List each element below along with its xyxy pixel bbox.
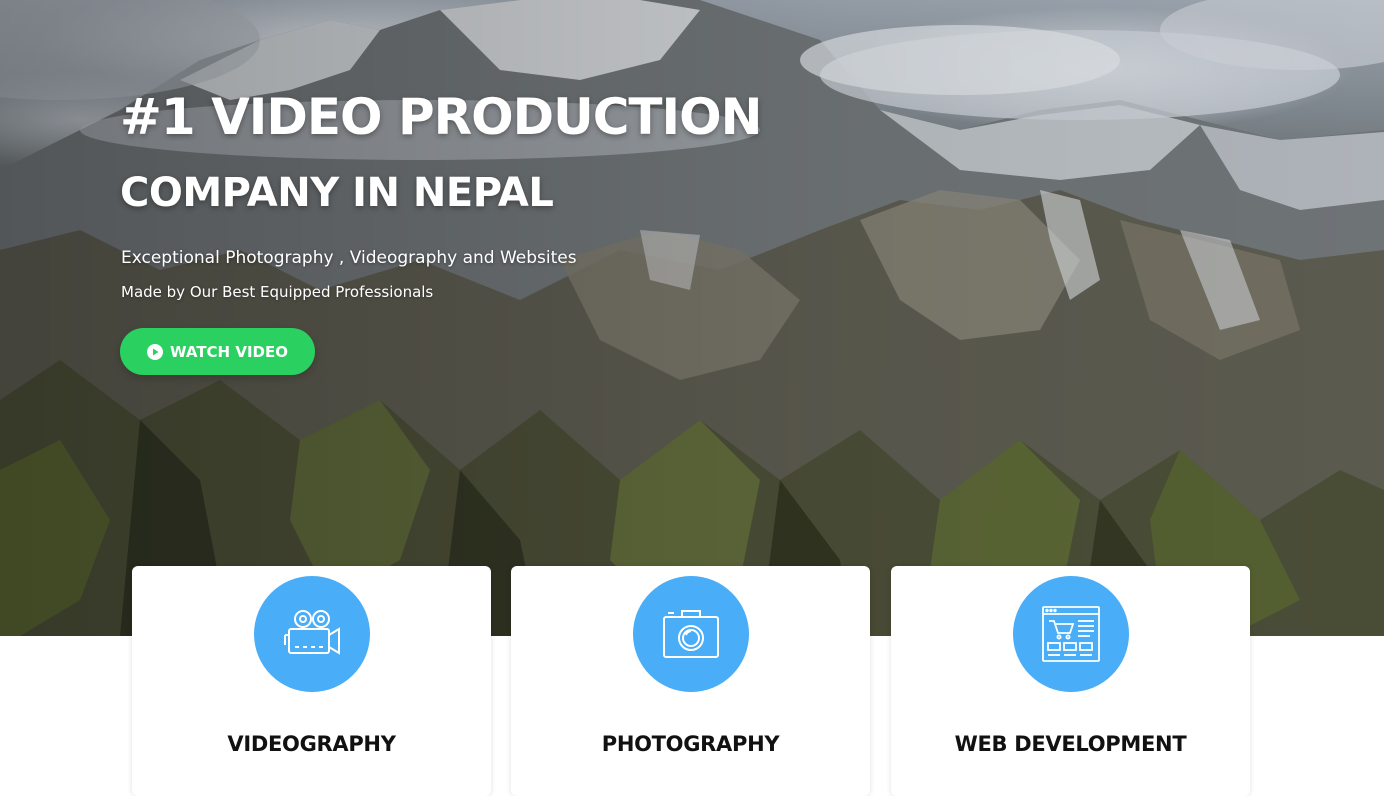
hero-headline-line1: #1 VIDEO PRODUCTION xyxy=(120,88,762,146)
service-title-photography: PHOTOGRAPHY xyxy=(601,732,780,756)
service-title-videography: VIDEOGRAPHY xyxy=(227,732,396,756)
service-title-web-development: WEB DEVELOPMENT xyxy=(954,732,1187,756)
hero-banner: #1 VIDEO PRODUCTION COMPANY IN NEPAL Exc… xyxy=(0,0,1384,636)
photo-camera-icon xyxy=(663,610,719,658)
web-development-icon-circle xyxy=(1013,576,1129,692)
play-icon xyxy=(147,343,163,360)
photography-icon-circle xyxy=(633,576,749,692)
watch-video-button[interactable]: WATCH VIDEO xyxy=(120,328,315,375)
service-card-photography[interactable]: PHOTOGRAPHY xyxy=(511,566,870,796)
hero-subheadline-line2: Made by Our Best Equipped Professionals xyxy=(121,283,434,301)
service-card-videography[interactable]: VIDEOGRAPHY xyxy=(132,566,491,796)
hero-subheadline-line1: Exceptional Photography , Videography an… xyxy=(121,248,577,268)
web-store-icon xyxy=(1042,606,1100,662)
videography-icon-circle xyxy=(254,576,370,692)
video-camera-icon xyxy=(284,610,340,655)
hero-headline-line2: COMPANY IN NEPAL xyxy=(120,170,554,216)
watch-video-label: WATCH VIDEO xyxy=(170,342,288,361)
service-card-web-development[interactable]: WEB DEVELOPMENT xyxy=(891,566,1250,796)
